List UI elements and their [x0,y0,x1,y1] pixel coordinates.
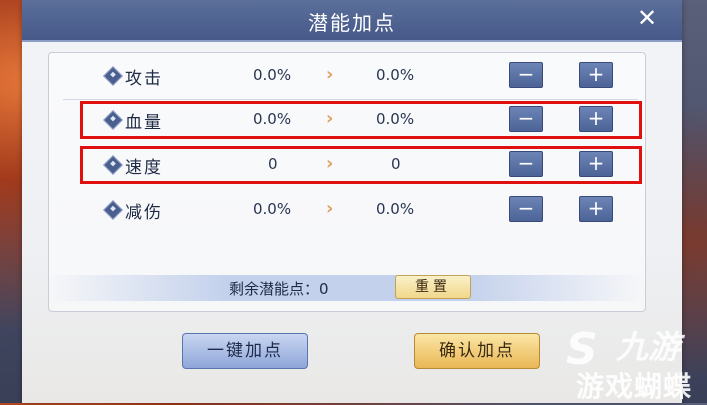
highlight-box-speed [80,146,642,184]
stat-current-value: 0.0% [253,200,292,218]
stat-next-value: 0.0% [376,66,415,84]
diamond-icon [103,200,123,220]
stat-row-attack: 攻击 0.0% › 0.0% − + [63,58,638,100]
dialog-title-bar: 潜能加点 ✕ [22,0,682,42]
increase-button[interactable]: + [579,196,613,222]
reset-button[interactable]: 重置 [395,275,471,299]
confirm-allocate-button[interactable]: 确认加点 [414,333,540,369]
stat-current-value: 0.0% [253,66,292,84]
auto-allocate-button[interactable]: 一键加点 [182,333,308,369]
stat-row-damage-reduction: 减伤 0.0% › 0.0% − + [63,192,638,228]
increase-button[interactable]: + [579,62,613,88]
stat-label: 减伤 [125,203,163,223]
highlight-box-hp [80,101,642,139]
watermark-text-bottom: 游戏蝴蝶 [576,370,693,403]
arrow-right-icon: › [326,64,334,85]
diamond-icon [103,66,123,86]
stat-label: 攻击 [125,69,163,89]
remaining-points-bar [48,275,644,301]
arrow-right-icon: › [326,198,334,219]
row-divider [63,99,638,100]
watermark-text-top: 九游 [616,328,681,366]
watermark: S 九游 游戏蝴蝶 [566,320,707,403]
dialog-title: 潜能加点 [308,11,396,35]
decrease-button[interactable]: − [509,196,543,222]
decrease-button[interactable]: − [509,62,543,88]
remaining-points-label: 剩余潜能点：0 [229,280,329,298]
stat-next-value: 0.0% [376,200,415,218]
close-icon[interactable]: ✕ [636,6,658,30]
